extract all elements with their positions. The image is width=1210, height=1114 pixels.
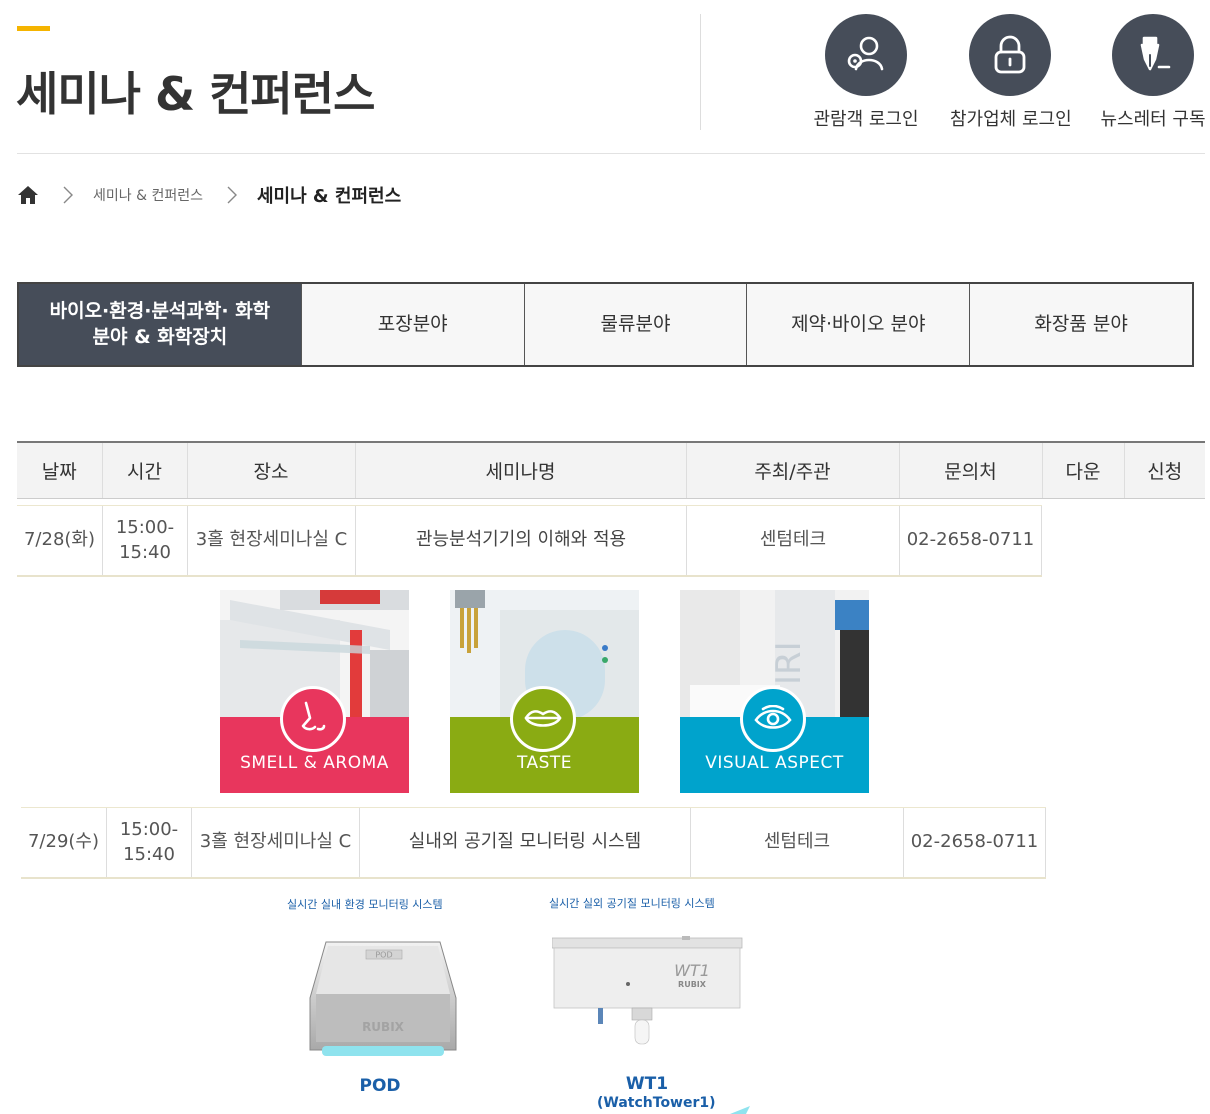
svg-text:IRI: IRI [769, 641, 809, 685]
col-time: 시간 [101, 441, 187, 499]
smell-aroma-card: SMELL & AROMA [220, 590, 409, 793]
row-date: 7/29(수) [27, 831, 100, 853]
wt1-device-image: WT1 RUBIX [552, 936, 743, 1045]
exhibitor-login-label: 참가업체 로그인 [950, 109, 1072, 130]
row-time: 15:00- 15:40 [102, 506, 187, 575]
row-title: 관능분석기기의 이해와 적용 [355, 506, 686, 575]
tab-pharma-bio[interactable]: 제약·바이오 분야 [746, 284, 970, 365]
visitor-login-label: 관람객 로그인 [813, 109, 919, 130]
pod-caption: 실시간 실내 환경 모니터링 시스템 [287, 898, 443, 911]
visual-label: VISUAL ASPECT [705, 753, 844, 773]
col-place: 장소 [186, 441, 355, 499]
wt1-subtitle: (WatchTower1) [597, 1095, 716, 1111]
row-place: 3홀 현장세미나실 C [187, 506, 355, 575]
pod-device-label: POD [375, 951, 392, 960]
header-divider [700, 14, 701, 130]
table-row: 7/29(수) 15:00- 15:40 3홀 현장세미나실 C 실내외 공기질… [21, 807, 1046, 879]
tab-bio-environment[interactable]: 바이오·환경·분석과학· 화학분야 & 화학장치 [19, 284, 301, 365]
tab-packaging[interactable]: 포장분야 [300, 284, 524, 365]
lock-icon [969, 14, 1051, 96]
home-icon[interactable] [17, 184, 39, 206]
decorative-shape [730, 1106, 750, 1114]
row-place: 3홀 현장세미나실 C [191, 808, 359, 877]
table-header-row: 날짜 시간 장소 세미나명 주최/주관 문의처 다운 신청 [17, 441, 1205, 499]
category-tabs: 바이오·환경·분석과학· 화학분야 & 화학장치 포장분야 물류분야 제약·바이… [17, 282, 1194, 367]
row-contact: 02-2658-0711 [899, 506, 1042, 575]
row-title: 실내외 공기질 모니터링 시스템 [359, 808, 690, 877]
row-host: 센텀테크 [686, 506, 899, 575]
nose-icon [280, 686, 346, 752]
breadcrumb-item[interactable]: 세미나 & 컨퍼런스 [93, 185, 203, 205]
col-contact: 문의처 [898, 441, 1042, 499]
row-host: 센텀테크 [690, 808, 903, 877]
header-rule [17, 153, 1205, 154]
wt1-caption: 실시간 실외 공기질 모니터링 시스템 [549, 897, 715, 910]
wt1-name: WT1 [625, 1074, 669, 1094]
tab-cosmetics[interactable]: 화장품 분야 [969, 284, 1192, 365]
col-date: 날짜 [17, 441, 102, 499]
visual-aspect-card: IRI VISUAL ASPECT [680, 590, 869, 793]
pod-brand-label: RUBIX [362, 1020, 405, 1034]
title-accent-bar [17, 26, 50, 31]
wt1-device-label: WT1 [674, 961, 710, 980]
exhibitor-login-button[interactable]: 참가업체 로그인 [950, 14, 1072, 131]
newsletter-label: 뉴스레터 구독 [1100, 109, 1206, 130]
chevron-right-icon [227, 186, 237, 204]
wt1-brand-label: RUBIX [678, 980, 707, 989]
col-title: 세미나명 [354, 441, 686, 499]
col-download: 다운 [1041, 441, 1124, 499]
table-row: 7/28(화) 15:00- 15:40 3홀 현장세미나실 C 관능분석기기의… [17, 505, 1042, 577]
tab-logistics[interactable]: 물류분야 [523, 284, 747, 365]
chevron-right-icon [63, 186, 73, 204]
smell-label: SMELL & AROMA [240, 753, 389, 773]
col-apply: 신청 [1123, 441, 1205, 499]
pen-nib-icon [1112, 14, 1194, 96]
row-time: 15:00- 15:40 [106, 808, 191, 877]
breadcrumb: 세미나 & 컨퍼런스 세미나 & 컨퍼런스 [17, 182, 401, 208]
visitor-login-button[interactable]: 관람객 로그인 [806, 14, 926, 131]
seminar-table: 날짜 시간 장소 세미나명 주최/주관 문의처 다운 신청 [17, 441, 1205, 499]
newsletter-button[interactable]: 뉴스레터 구독 [1093, 14, 1210, 131]
taste-card: TASTE [450, 590, 639, 793]
breadcrumb-current: 세미나 & 컨퍼런스 [256, 186, 402, 207]
row-contact: 02-2658-0711 [903, 808, 1046, 877]
col-host: 주최/주관 [685, 441, 899, 499]
eye-icon [740, 686, 806, 752]
pod-device-image: POD RUBIX [309, 941, 457, 1056]
taste-label: TASTE [516, 753, 573, 773]
row-date: 7/28(화) [23, 529, 96, 551]
pod-name: POD [359, 1076, 401, 1096]
lips-icon [510, 686, 576, 752]
page-title: 세미나 & 컨퍼런스 [16, 67, 375, 121]
visitor-login-icon [825, 14, 907, 96]
